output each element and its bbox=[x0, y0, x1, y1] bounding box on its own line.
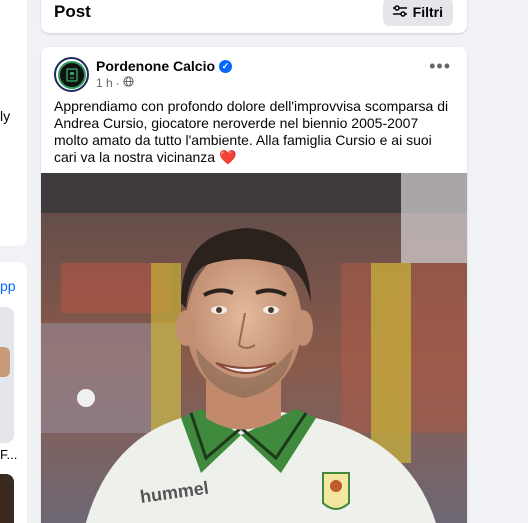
more-options-icon[interactable]: ••• bbox=[429, 57, 451, 75]
page-name-row: Pordenone Calcio ✓ bbox=[96, 58, 233, 74]
post-text-body: Apprendiamo con profondo dolore dell'imp… bbox=[54, 98, 449, 165]
heart-emoji: ❤️ bbox=[218, 149, 237, 165]
page-name-link[interactable]: Pordenone Calcio bbox=[96, 58, 215, 74]
post-text: Apprendiamo con profondo dolore dell'imp… bbox=[54, 98, 454, 166]
post-photo[interactable]: hummel bbox=[41, 173, 467, 523]
left-thumbnail-caption: F... bbox=[0, 447, 18, 462]
page-avatar[interactable] bbox=[54, 57, 89, 92]
left-thumbnail-2[interactable] bbox=[0, 474, 14, 523]
post-card: Pordenone Calcio ✓ 1 h · ••• Apprendiamo… bbox=[41, 47, 467, 523]
club-logo-icon bbox=[57, 60, 86, 89]
post-meta: 1 h · bbox=[96, 76, 134, 90]
left-thumbnail[interactable] bbox=[0, 307, 14, 443]
filter-button[interactable]: Filtri bbox=[382, 0, 453, 26]
section-title: Post bbox=[54, 2, 91, 21]
meta-separator: · bbox=[115, 76, 120, 90]
left-card-link[interactable]: pp bbox=[0, 278, 16, 294]
filter-label: Filtri bbox=[412, 4, 443, 20]
left-card-text-fragment: ly bbox=[0, 108, 11, 124]
post-time[interactable]: 1 h bbox=[96, 76, 113, 90]
verified-badge-icon: ✓ bbox=[219, 59, 233, 73]
posts-header-card: Post Filtri bbox=[41, 0, 467, 33]
globe-icon[interactable] bbox=[123, 76, 134, 90]
sliders-icon bbox=[392, 4, 407, 20]
